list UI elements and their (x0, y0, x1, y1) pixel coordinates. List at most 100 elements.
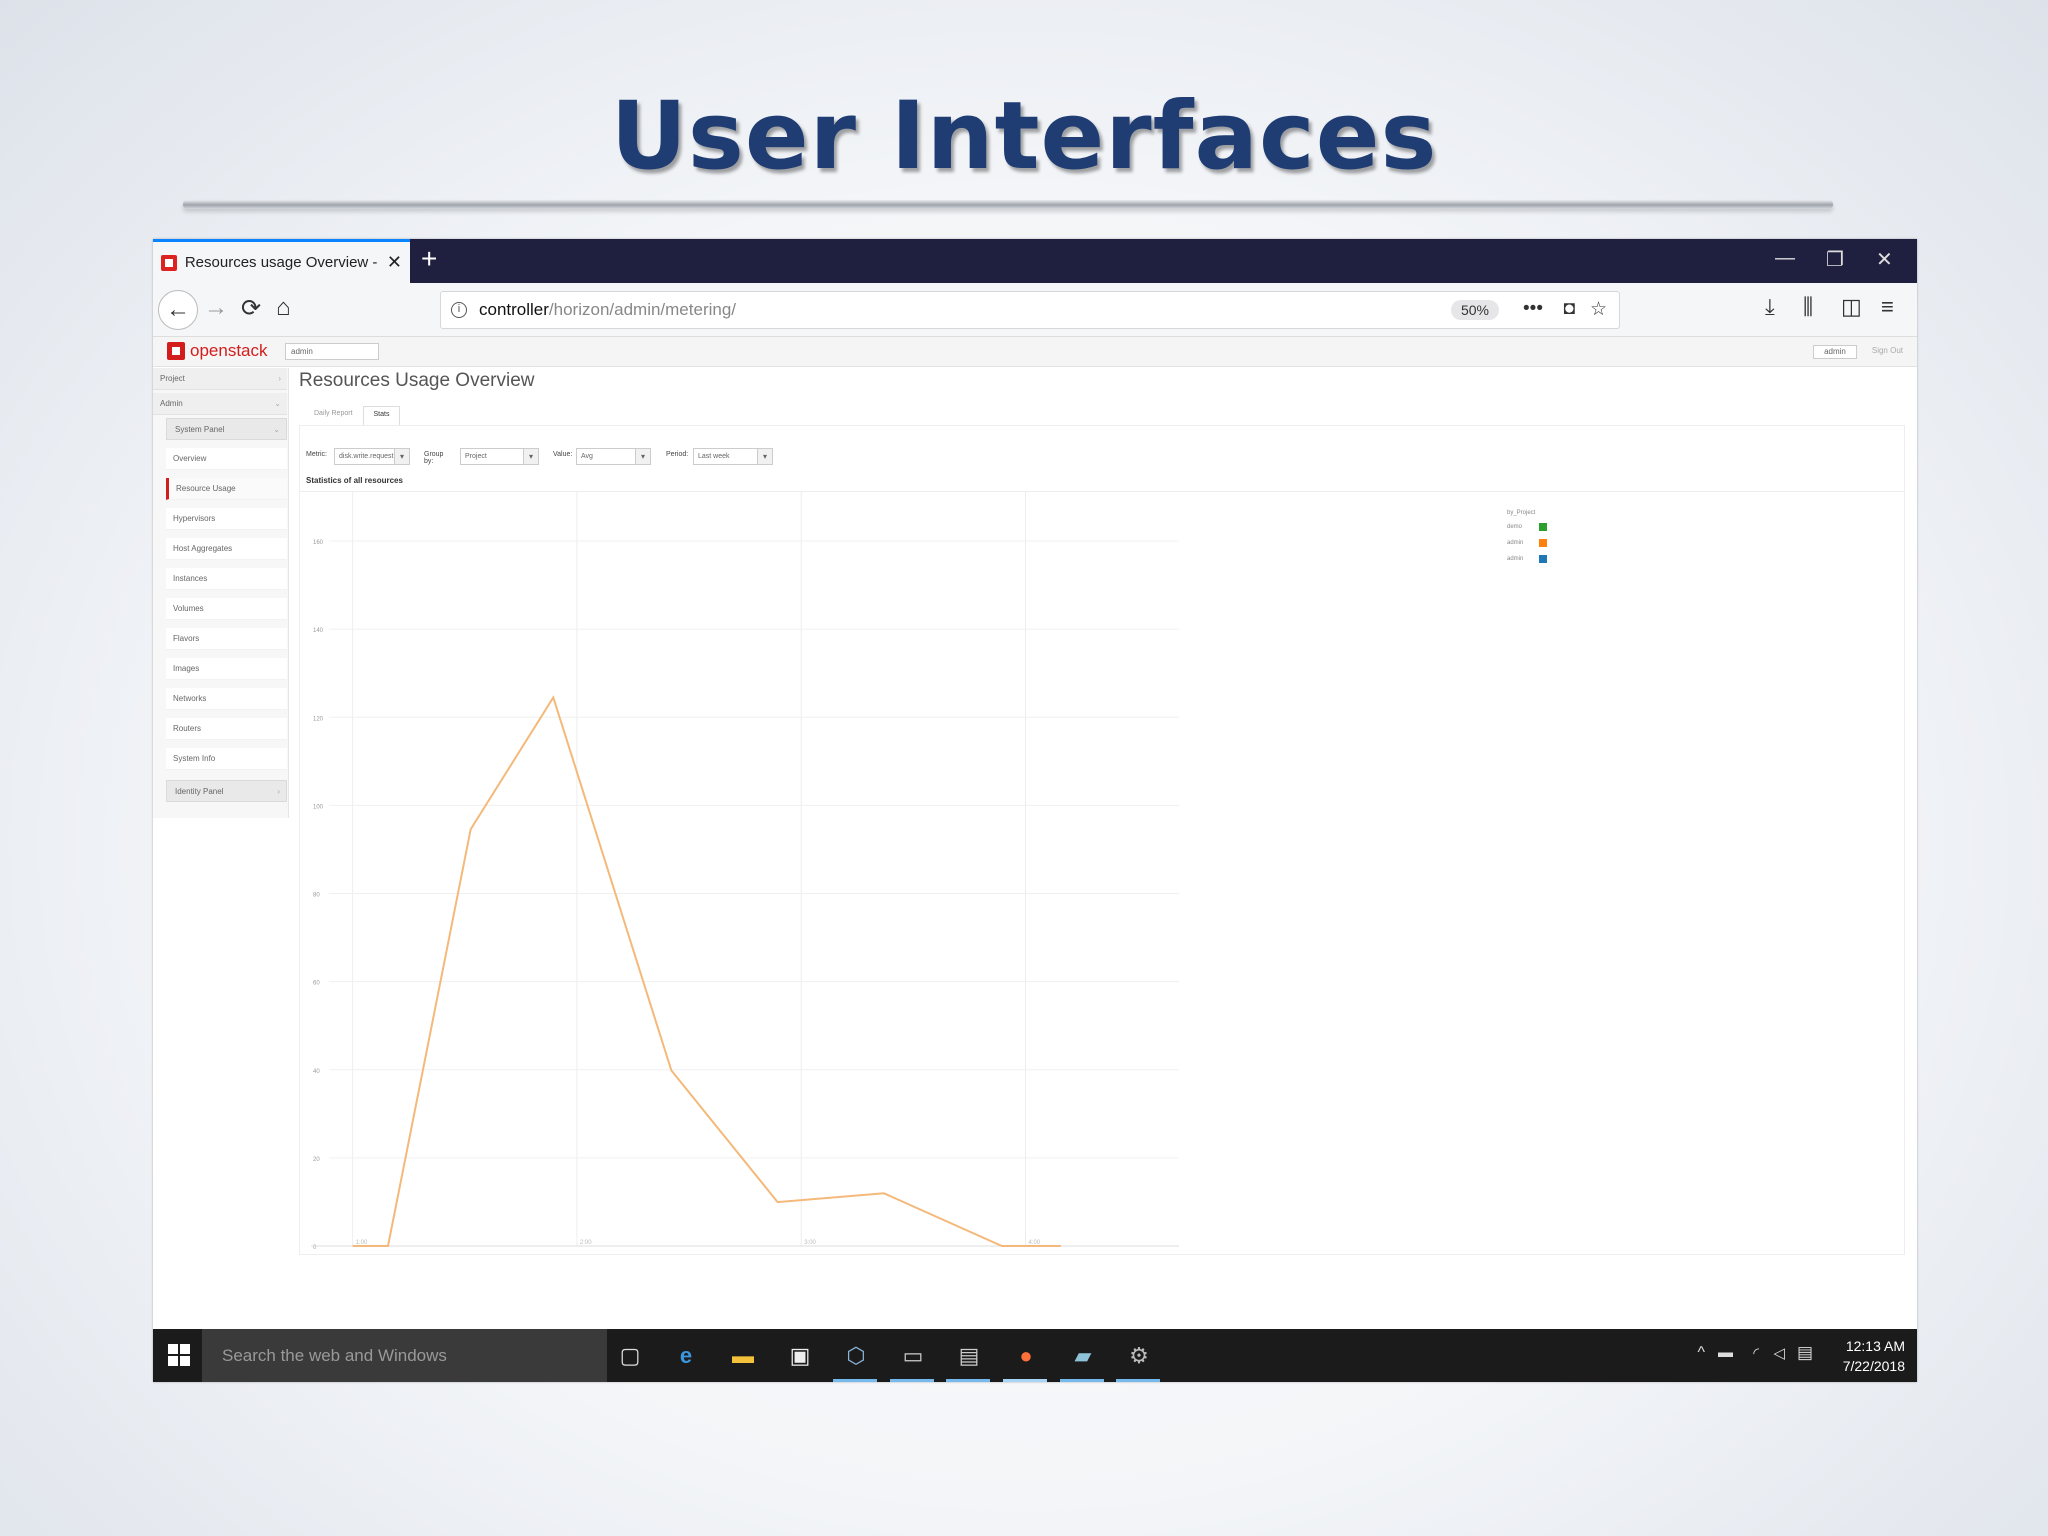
running-indicator (946, 1379, 990, 1382)
close-window-icon[interactable]: ✕ (1876, 247, 1893, 272)
site-info-icon[interactable]: i (451, 302, 467, 318)
page-actions-icon[interactable]: ••• (1523, 298, 1543, 320)
chart-svg: 1601401201008060402001:00 2:00 3:00 4:00by_… (311, 492, 1547, 1251)
running-indicator (1116, 1379, 1160, 1382)
sidebar-identity-panel[interactable]: Identity Panel › (166, 780, 287, 802)
reload-icon[interactable]: ⟳ (241, 294, 261, 323)
browser-navbar: ← → ⟳ ⌂ i controller /horizon/admin/mete… (153, 283, 1917, 337)
url-path: /horizon/admin/metering/ (548, 300, 737, 319)
sidebar-item-host-aggregates[interactable]: Host Aggregates (166, 538, 287, 560)
url-bar[interactable]: i controller /horizon/admin/metering/ 50… (440, 291, 1620, 329)
legend-label: admin (1507, 556, 1523, 562)
library-icon[interactable]: ⫼ (1803, 294, 1813, 320)
series-line (352, 695, 1061, 1247)
openstack-logo[interactable]: openstack (167, 341, 268, 361)
forward-button[interactable]: → (204, 294, 228, 322)
sidebar-item-images[interactable]: Images (166, 658, 287, 680)
chevron-right-icon: › (278, 374, 281, 383)
virtualbox-icon[interactable]: ⬡ (841, 1341, 871, 1371)
notes-app-icon[interactable]: ▰ (1068, 1341, 1098, 1371)
sidebar-item-hypervisors[interactable]: Hypervisors (166, 508, 287, 530)
notifications-icon[interactable]: ▤ (1797, 1343, 1813, 1363)
legend-label: demo (1507, 524, 1523, 530)
network-icon[interactable]: ◜ (1753, 1344, 1759, 1362)
store-icon[interactable]: ▣ (785, 1341, 815, 1371)
sidebar-item-system-info[interactable]: System Info (166, 748, 287, 770)
openstack-header: openstack admin admin Sign Out (153, 337, 1917, 367)
page-title: Resources Usage Overview (299, 370, 535, 391)
openstack-favicon-icon (161, 254, 177, 271)
menu-icon[interactable]: ≡ (1881, 294, 1894, 320)
window-app-icon[interactable]: ▭ (898, 1341, 928, 1371)
sidebar-project[interactable]: Project › (153, 368, 287, 390)
value-value: Avg (581, 453, 593, 460)
sidebar-item-resource-usage[interactable]: Resource Usage (166, 478, 287, 500)
user-menu[interactable]: admin (1813, 345, 1857, 359)
running-indicator (1060, 1379, 1104, 1382)
back-button[interactable]: ← (158, 290, 198, 330)
downloads-icon[interactable]: ⤓ (1765, 294, 1775, 320)
chevron-right-icon: › (277, 787, 280, 796)
battery-icon[interactable]: ▬ (1718, 1344, 1733, 1361)
logo-text: openstack (190, 341, 268, 360)
clock-time: 12:13 AM (1845, 1338, 1905, 1354)
tray-chevron-up-icon[interactable]: ^ (1697, 1344, 1705, 1362)
sidebar-item-instances[interactable]: Instances (166, 568, 287, 590)
sidebar-item-label: System Panel (175, 425, 225, 434)
taskbar-clock[interactable]: 12:13 AM 7/22/2018 (1835, 1336, 1905, 1376)
y-tick-label: 80 (313, 893, 320, 899)
value-select[interactable]: Avg ▾ (576, 448, 651, 465)
group-by-value: Project (465, 453, 487, 460)
project-dropdown[interactable]: admin (285, 343, 379, 360)
tab-daily-report[interactable]: Daily Report (304, 406, 363, 426)
sidebar-item-volumes[interactable]: Volumes (166, 598, 287, 620)
sidebar-item-label: Project (160, 374, 185, 383)
restore-icon[interactable]: ❐ (1826, 247, 1844, 272)
zoom-badge[interactable]: 50% (1450, 300, 1499, 320)
minimize-icon[interactable]: — (1775, 247, 1795, 270)
windows-taskbar: Search the web and Windows ▢ e ▬ ▣ ⬡ ▭ ▤… (153, 1329, 1917, 1382)
firefox-icon[interactable]: ● (1011, 1341, 1041, 1371)
volume-icon[interactable]: ◁ (1773, 1344, 1785, 1362)
tab-stats[interactable]: Stats (362, 406, 401, 426)
taskbar-search[interactable]: Search the web and Windows (202, 1329, 607, 1382)
pocket-icon[interactable]: ◘ (1564, 298, 1575, 320)
close-tab-icon[interactable]: ✕ (387, 252, 402, 273)
sign-out-link[interactable]: Sign Out (1872, 346, 1903, 355)
x-tick-label: 2:00 (580, 1240, 592, 1246)
chevron-down-icon: ⌄ (274, 399, 281, 408)
openstack-logo-icon (167, 342, 185, 360)
sidebar-item-flavors[interactable]: Flavors (166, 628, 287, 650)
sidebar-item-label: Identity Panel (175, 787, 224, 796)
sidebar-item-networks[interactable]: Networks (166, 688, 287, 710)
new-tab-icon[interactable]: + (421, 243, 437, 275)
period-select[interactable]: Last week ▾ (693, 448, 773, 465)
home-icon[interactable]: ⌂ (276, 294, 291, 322)
sidebar-item-overview[interactable]: Overview (166, 448, 287, 470)
sidebar-system-panel[interactable]: System Panel ⌄ (166, 418, 287, 440)
edge-icon[interactable]: e (671, 1341, 701, 1371)
terminal-icon[interactable]: ▤ (954, 1341, 984, 1371)
sidebar-item-routers[interactable]: Routers (166, 718, 287, 740)
windows-start-icon[interactable] (167, 1343, 191, 1367)
group-by-label: Group by: (424, 451, 444, 465)
file-explorer-icon[interactable]: ▬ (728, 1341, 758, 1371)
metric-select[interactable]: disk.write.request ▾ (334, 448, 410, 465)
chevron-down-icon: ▾ (394, 449, 409, 464)
running-indicator (833, 1379, 877, 1382)
tools-app-icon[interactable]: ⚙ (1124, 1341, 1154, 1371)
legend-label: admin (1507, 540, 1523, 546)
sidebar-toggle-icon[interactable]: ◫ (1841, 294, 1862, 320)
task-view-icon[interactable]: ▢ (615, 1341, 645, 1371)
y-tick-label: 60 (313, 981, 320, 987)
sidebar: Project › Admin ⌄ System Panel ⌄ Overview R… (153, 368, 289, 818)
sidebar-admin[interactable]: Admin ⌄ (153, 393, 287, 415)
x-tick-label: 3:00 (804, 1240, 816, 1246)
chevron-down-icon: ▾ (635, 449, 650, 464)
group-by-select[interactable]: Project ▾ (460, 448, 539, 465)
running-indicator (890, 1379, 934, 1382)
tab-title: Resources usage Overview - O (184, 254, 381, 271)
browser-tab[interactable]: Resources usage Overview - O ✕ (153, 239, 410, 283)
bookmark-star-icon[interactable]: ☆ (1590, 298, 1607, 321)
metric-value: disk.write.request (339, 453, 394, 460)
